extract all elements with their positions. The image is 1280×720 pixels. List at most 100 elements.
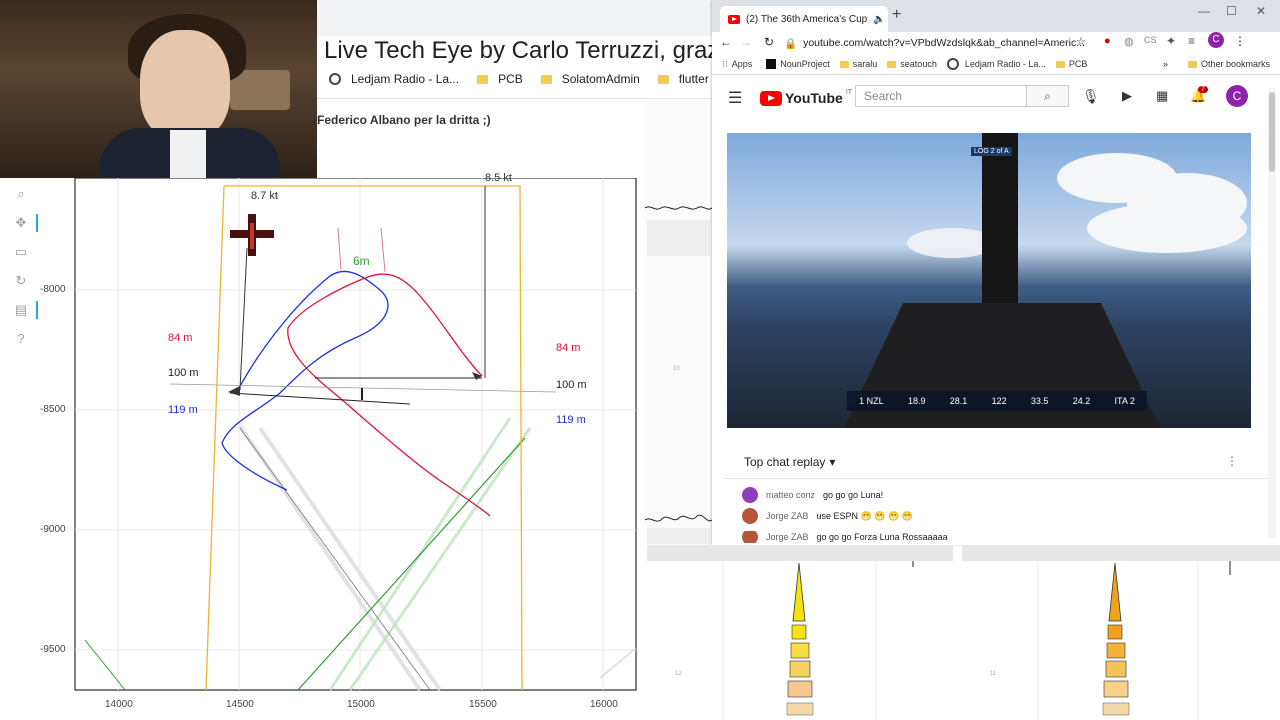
apps-icon: ⁝⁝ [722, 58, 728, 69]
bookmark-item[interactable]: Ledjam Radio - La... [351, 72, 459, 86]
search-icon: ⌕ [1044, 89, 1051, 103]
search-button[interactable]: ⌕ [1027, 85, 1069, 107]
distance-label-left-blue: 119 m [168, 404, 198, 416]
forward-icon[interactable]: → [740, 35, 752, 49]
speed-label-right: 8.5 kt [485, 172, 512, 184]
avatar [742, 508, 758, 524]
extension-icon[interactable]: ◍ [1124, 35, 1134, 48]
tab-youtube[interactable]: (2) The 36th America's Cup 🔈 ✕ [720, 6, 888, 32]
other-bookmarks[interactable]: Other bookmarks [1201, 59, 1270, 69]
gap-label: 6m [353, 254, 370, 268]
puzzle-icon[interactable]: ✦ [1166, 34, 1176, 48]
bookmark-item[interactable]: Ledjam Radio - La... [965, 59, 1046, 69]
bookmark-item[interactable]: SolatomAdmin [562, 72, 640, 86]
chat-header-label: Top chat replay [744, 455, 826, 469]
scrollbar[interactable] [1268, 88, 1276, 538]
chat-message: matteo conz go go go Luna! [742, 487, 883, 503]
youtube-icon [728, 14, 740, 24]
speed-label-left: 8.7 kt [251, 190, 278, 202]
divider [724, 478, 1268, 479]
score-value: 24.2 [1072, 396, 1091, 406]
chat-text: use ESPN 😁 😁 😁 😁 [816, 510, 913, 521]
chat-header[interactable]: Top chat replay ▾ [744, 455, 835, 469]
score-value: 122 [991, 396, 1007, 406]
avatar [742, 531, 758, 543]
mini-tick-label: 12 [675, 671, 682, 677]
bookmarks-bar: ⁝⁝ Apps NounProject saralu seatouch Ledj… [712, 54, 1280, 75]
score-value: 1 NZL [859, 396, 884, 406]
divider [317, 98, 712, 99]
youtube-icon [760, 90, 782, 106]
chat-author: Jorge ZAB [766, 511, 809, 521]
search-input[interactable]: Search [855, 85, 1027, 107]
bookmark-item[interactable]: seatouch [900, 59, 937, 69]
score-value: 28.1 [949, 396, 968, 406]
notification-badge: 7 [1198, 86, 1208, 93]
video-badge: LOG 2 of A [971, 147, 1012, 156]
url-field[interactable]: 🔒 youtube.com/watch?v=VPbdWzdslqk&ab_cha… [784, 34, 1104, 52]
back-icon[interactable]: ← [720, 35, 732, 49]
indicator-chart [1037, 561, 1231, 720]
chevron-right-icon[interactable]: » [1163, 59, 1168, 69]
create-video-icon[interactable]: ▶ [1122, 88, 1132, 104]
maximize-button[interactable]: ☐ [1226, 4, 1237, 18]
bookmark-star-icon[interactable]: ☆ [1076, 35, 1086, 48]
race-scorebar: 1 NZL 18.9 28.1 122 33.5 24.2 ITA 2 [847, 391, 1147, 411]
avatar [742, 487, 758, 503]
x-tick-label: 15000 [347, 699, 375, 710]
video-player[interactable]: LOG 2 of A [727, 133, 1251, 428]
x-tick-label: 14000 [105, 699, 133, 710]
bookmark-item[interactable]: PCB [1069, 59, 1088, 69]
new-tab-button[interactable]: + [892, 6, 901, 24]
url-text: youtube.com/watch?v=VPbdWzdslqk&ab_chann… [803, 37, 1085, 49]
webcam-feed [0, 0, 317, 178]
score-value: 18.9 [907, 396, 926, 406]
reading-list-icon[interactable]: ≡ [1188, 34, 1195, 48]
distance-label-left-black: 100 m [168, 367, 199, 379]
profile-avatar[interactable]: C [1208, 32, 1224, 48]
indicator-chart [722, 561, 914, 720]
y-tick-label: -8000 [40, 284, 66, 295]
blue-track [221, 270, 389, 491]
scrollbar-thumb[interactable] [1269, 92, 1275, 172]
mini-tick-label: 11 [990, 671, 997, 677]
hamburger-icon[interactable]: ☰ [728, 88, 742, 108]
chat-author: matteo conz [766, 490, 816, 500]
heel-indicator-panel-right: 11 [962, 545, 1280, 720]
panel-header [962, 545, 1280, 561]
radio-icon [329, 73, 341, 85]
bookmark-item[interactable]: flutter [679, 72, 709, 86]
score-value: ITA 2 [1114, 396, 1135, 406]
chat-menu-icon[interactable]: ⋮ [1226, 454, 1238, 468]
bookmark-item[interactable]: Apps [732, 59, 753, 69]
bookmark-item[interactable]: PCB [498, 72, 523, 86]
minimize-button[interactable]: — [1198, 4, 1210, 18]
folder-icon [477, 74, 489, 84]
bookmark-item[interactable]: NounProject [780, 59, 830, 69]
youtube-browser-window: (2) The 36th America's Cup 🔈 ✕ + — ☐ ✕ ←… [712, 0, 1280, 545]
x-tick-label: 14500 [226, 699, 254, 710]
y-tick-label: -9000 [40, 524, 66, 535]
youtube-logo[interactable]: YouTube IT [760, 89, 852, 106]
apps-grid-icon[interactable]: ▦ [1156, 88, 1168, 104]
extension-icon[interactable]: ● [1104, 35, 1111, 47]
x-tick-label: 15500 [469, 699, 497, 710]
close-window-button[interactable]: ✕ [1256, 4, 1266, 18]
chat-text: go go go Forza Luna Rossaaaaa [816, 532, 948, 542]
radio-icon [946, 58, 959, 70]
microphone-icon[interactable]: 🎙 [1082, 88, 1100, 105]
reload-icon[interactable]: ↻ [764, 35, 774, 49]
youtube-wordmark: YouTube [785, 90, 843, 106]
chat-author: Jorge ZAB [766, 532, 809, 542]
lock-icon: 🔒 [784, 37, 798, 50]
menu-icon[interactable]: ⋮ [1234, 34, 1246, 48]
chat-text: go go go Luna! [823, 490, 884, 500]
bookmark-item[interactable]: saralu [853, 59, 878, 69]
account-avatar[interactable]: C [1226, 85, 1248, 107]
background-browser-tabstrip [317, 0, 712, 36]
speaker-icon[interactable]: 🔈 [873, 14, 885, 25]
y-tick-label: -9500 [40, 644, 66, 655]
mini-tick-label: 10 [673, 366, 680, 372]
extension-icon[interactable]: CS [1144, 35, 1157, 45]
folder-icon [540, 74, 552, 84]
